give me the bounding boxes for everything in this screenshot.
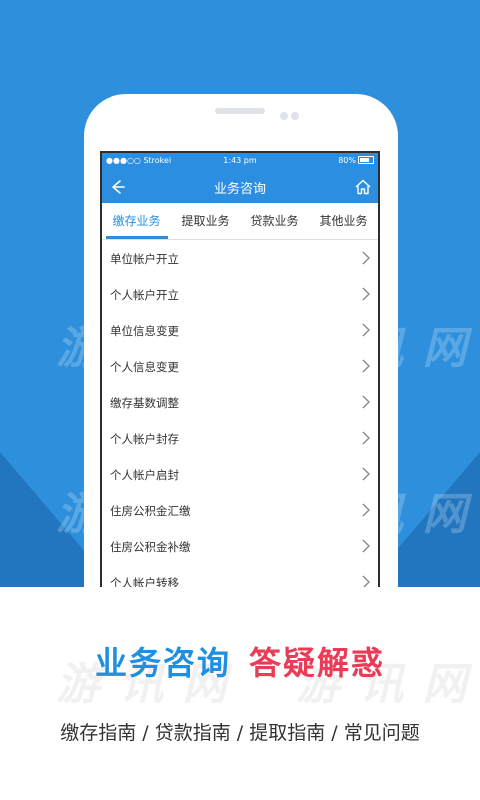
tab-other-business[interactable]: 其他业务 <box>309 203 378 239</box>
list-item-label: 个人帐户转移 <box>110 576 179 587</box>
promo-subline: 缴存指南 / 贷款指南 / 提取指南 / 常见问题 <box>60 722 420 744</box>
chevron-right-icon <box>362 395 370 409</box>
list-item-label: 个人帐户启封 <box>110 468 179 482</box>
headline-consulting: 业务咨询 <box>94 644 231 682</box>
list-item[interactable]: 个人帐户封存 <box>102 420 378 457</box>
headline-answers: 答疑解惑 <box>249 644 386 682</box>
chevron-right-icon <box>362 503 370 517</box>
phone-camera <box>280 112 288 120</box>
nav-bar: 业务咨询 <box>102 169 378 203</box>
chevron-right-icon <box>362 539 370 553</box>
list-item-label: 住房公积金补缴 <box>110 540 191 554</box>
tab-withdrawal-business[interactable]: 提取业务 <box>171 203 240 239</box>
tab-deposit-business[interactable]: 缴存业务 <box>102 203 171 239</box>
chevron-right-icon <box>362 323 370 337</box>
list-item-label: 单位帐户开立 <box>110 252 179 266</box>
list-item[interactable]: 个人信息变更 <box>102 348 378 385</box>
page-title: 业务咨询 <box>213 182 266 197</box>
list-item[interactable]: 缴存基数调整 <box>102 384 378 421</box>
list-item-label: 单位信息变更 <box>110 324 179 338</box>
tab-loan-business[interactable]: 贷款业务 <box>240 203 309 239</box>
promo-headline: 业务咨询 答疑解惑 <box>0 638 480 684</box>
chevron-right-icon <box>362 359 370 373</box>
home-icon[interactable] <box>354 178 372 196</box>
list-item[interactable]: 单位帐户开立 <box>102 240 378 277</box>
list-item[interactable]: 个人帐户启封 <box>102 456 378 493</box>
chevron-right-icon <box>362 575 370 587</box>
active-tab-indicator <box>106 236 168 239</box>
list-item[interactable]: 个人帐户开立 <box>102 276 378 313</box>
category-tabs: 缴存业务 提取业务 贷款业务 其他业务 <box>102 203 378 240</box>
status-time: 1:43 pm <box>223 156 257 165</box>
list-item[interactable]: 住房公积金汇缴 <box>102 492 378 529</box>
list-item-label: 缴存基数调整 <box>110 396 179 410</box>
battery-icon <box>358 156 374 164</box>
phone-sensor <box>291 112 299 120</box>
list-item[interactable]: 单位信息变更 <box>102 312 378 349</box>
battery-percent: 80% <box>338 156 356 165</box>
battery-indicator: 80% <box>338 156 374 165</box>
list-item-label: 个人帐户开立 <box>110 288 179 302</box>
chevron-right-icon <box>362 431 370 445</box>
chevron-right-icon <box>362 287 370 301</box>
phone-speaker <box>215 108 265 114</box>
list-item[interactable]: 住房公积金补缴 <box>102 528 378 565</box>
app-screen: ●●●○○ Strokei 1:43 pm 80% 业务咨询 缴存业务 提取业务… <box>102 153 378 587</box>
list-item-label: 个人信息变更 <box>110 360 179 374</box>
status-bar: ●●●○○ Strokei 1:43 pm 80% <box>102 153 378 169</box>
chevron-right-icon <box>362 251 370 265</box>
phone-screen: ●●●○○ Strokei 1:43 pm 80% 业务咨询 缴存业务 提取业务… <box>100 151 380 587</box>
list-item-label: 住房公积金汇缴 <box>110 504 191 518</box>
chevron-right-icon <box>362 467 370 481</box>
list-item[interactable]: 个人帐户转移 <box>102 564 378 587</box>
list-item-label: 个人帐户封存 <box>110 432 179 446</box>
